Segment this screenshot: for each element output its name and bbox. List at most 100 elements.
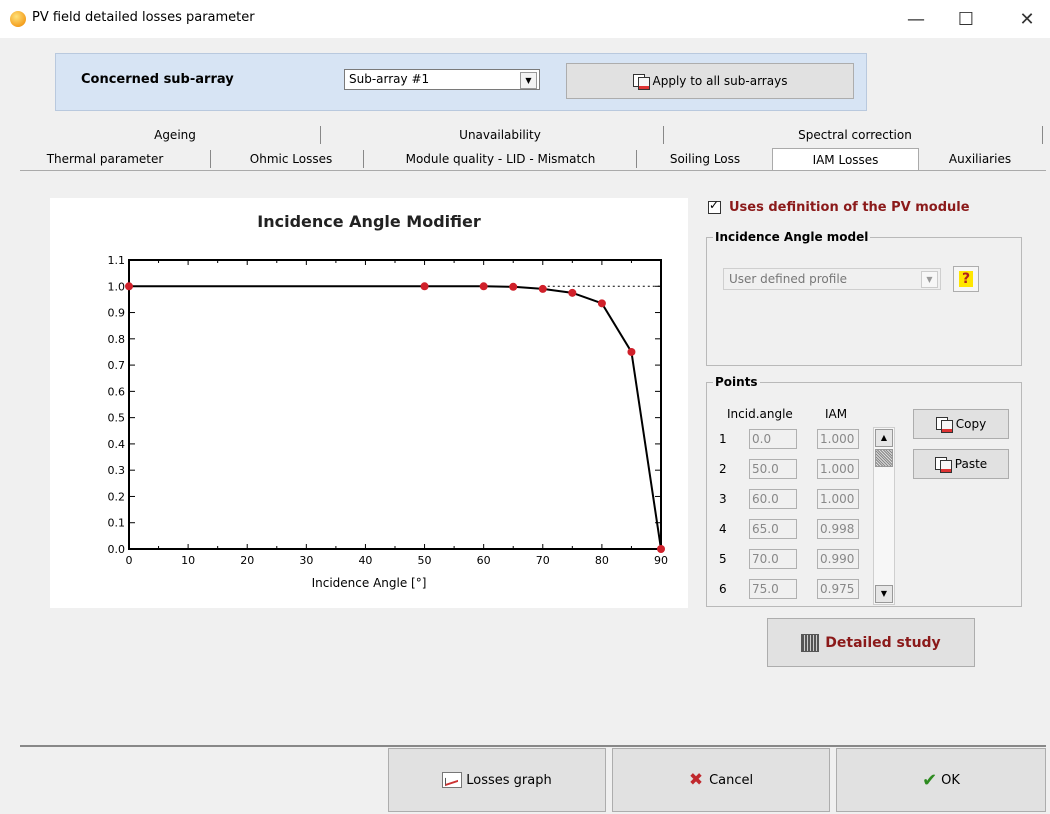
checkbox-checked-icon: [708, 198, 721, 214]
tab-unavailability[interactable]: Unavailability: [400, 124, 600, 146]
x-tick-label: 90: [654, 554, 668, 567]
x-tick-label: 20: [240, 554, 254, 567]
data-point: [597, 299, 606, 308]
subarray-panel: Concerned sub-array Sub-array #1 ▼ Apply…: [55, 53, 867, 111]
plot-frame: [128, 259, 662, 550]
row-index: 1: [719, 432, 727, 446]
angle-input[interactable]: 50.0: [749, 459, 797, 479]
copy-button[interactable]: Copy: [913, 409, 1009, 439]
paste-label: Paste: [954, 457, 988, 471]
angle-input[interactable]: 65.0: [749, 519, 797, 539]
tab-ageing[interactable]: Ageing: [110, 124, 240, 146]
losses-graph-label: Losses graph: [466, 772, 552, 788]
y-tick-label: 0.1: [108, 517, 126, 530]
paste-button[interactable]: Paste: [913, 449, 1009, 479]
y-tick-label: 0.5: [108, 412, 126, 425]
row-index: 3: [719, 492, 727, 506]
tab-spectral-correction[interactable]: Spectral correction: [755, 124, 955, 146]
iam-model-group: Incidence Angle model User defined profi…: [706, 230, 1022, 366]
iam-input[interactable]: 1.000: [817, 429, 859, 449]
angle-input[interactable]: 70.0: [749, 549, 797, 569]
tab-separator: [320, 126, 321, 144]
title-bar: PV field detailed losses parameter — ☐ ✕: [0, 0, 1050, 38]
tab-auxiliaries[interactable]: Auxiliaries: [925, 148, 1035, 170]
minimize-button[interactable]: —: [893, 4, 939, 34]
help-icon: ?: [958, 271, 974, 287]
data-point: [420, 282, 429, 291]
tab-module-quality[interactable]: Module quality - LID - Mismatch: [368, 148, 633, 170]
uses-definition-label: Uses definition of the PV module: [729, 200, 970, 215]
iam-model-select-value: User defined profile: [729, 272, 848, 286]
x-tick-label: 40: [358, 554, 372, 567]
row-index: 2: [719, 462, 727, 476]
subarray-select-value: Sub-array #1: [349, 72, 430, 86]
losses-graph-button[interactable]: Losses graph: [388, 748, 606, 812]
apply-icon: [632, 74, 650, 90]
angle-input[interactable]: 60.0: [749, 489, 797, 509]
help-button[interactable]: ?: [953, 266, 979, 292]
x-tick-label: 60: [477, 554, 491, 567]
tab-soiling-loss[interactable]: Soiling Loss: [645, 148, 765, 170]
graph-icon: [442, 772, 463, 788]
subarray-select[interactable]: Sub-array #1 ▼: [344, 69, 540, 90]
x-tick-label: 30: [299, 554, 313, 567]
points-row: 5 70.0 0.990: [707, 549, 877, 571]
apply-all-button[interactable]: Apply to all sub-arrays: [566, 63, 854, 99]
tab-separator: [210, 150, 211, 168]
detailed-study-button[interactable]: Detailed study: [767, 618, 975, 667]
ok-check-icon: ✔: [922, 769, 938, 791]
copy-icon: [935, 417, 953, 433]
close-button[interactable]: ✕: [1004, 4, 1050, 34]
tab-thermal-parameter[interactable]: Thermal parameter: [20, 148, 190, 170]
data-point: [125, 282, 133, 291]
iam-input[interactable]: 0.990: [817, 549, 859, 569]
data-point: [657, 545, 665, 553]
apply-all-label: Apply to all sub-arrays: [652, 74, 788, 88]
y-tick-label: 0.0: [108, 543, 126, 556]
detailed-study-label: Detailed study: [825, 634, 941, 651]
data-point: [509, 282, 518, 291]
x-axis-title: Incidence Angle [°]: [311, 576, 427, 590]
y-tick-label: 0.8: [108, 333, 126, 346]
tab-ohmic-losses[interactable]: Ohmic Losses: [216, 148, 366, 170]
y-tick-label: 0.2: [108, 490, 126, 503]
data-point: [538, 284, 547, 293]
scroll-thumb[interactable]: [875, 449, 893, 467]
y-tick-label: 0.7: [108, 359, 126, 372]
chart-plot: 0 10 20 30 40 50 60 70 80 90 0.0 0.1 0.2 0.3 0.4 0.5 0.6…: [108, 254, 669, 567]
scroll-down-icon[interactable]: ▼: [875, 585, 893, 603]
chevron-down-icon: ▼: [921, 271, 938, 288]
angle-input[interactable]: 0.0: [749, 429, 797, 449]
paste-icon: [934, 457, 952, 473]
maximize-button[interactable]: ☐: [943, 4, 989, 34]
angle-input[interactable]: 75.0: [749, 579, 797, 599]
ok-button[interactable]: ✔ OK: [836, 748, 1046, 812]
points-group: Points Incid.angle IAM 1 0.0 1.000 2 50.…: [706, 375, 1022, 607]
cancel-button[interactable]: ✖ Cancel: [612, 748, 830, 812]
ok-label: OK: [941, 772, 960, 788]
iam-input[interactable]: 1.000: [817, 489, 859, 509]
iam-input[interactable]: 0.975: [817, 579, 859, 599]
data-point: [479, 282, 488, 291]
x-tick-label: 80: [595, 554, 609, 567]
scroll-up-icon[interactable]: ▲: [875, 429, 893, 447]
tab-row-2: Thermal parameter Ohmic Losses Module qu…: [20, 148, 1046, 171]
y-tick-label: 1.0: [108, 280, 126, 293]
iam-model-select[interactable]: User defined profile ▼: [723, 268, 941, 290]
tab-row-1: Ageing Unavailability Spectral correctio…: [20, 124, 1046, 146]
x-tick-label: 10: [181, 554, 195, 567]
uses-definition-checkbox[interactable]: Uses definition of the PV module: [708, 198, 970, 215]
app-icon: [10, 11, 26, 27]
iam-input[interactable]: 0.998: [817, 519, 859, 539]
chevron-down-icon: ▼: [520, 72, 537, 89]
points-scrollbar[interactable]: ▲ ▼: [873, 427, 895, 605]
iam-input[interactable]: 1.000: [817, 459, 859, 479]
points-row: 3 60.0 1.000: [707, 489, 877, 511]
copy-label: Copy: [955, 417, 987, 431]
row-index: 4: [719, 522, 727, 536]
y-tick-label: 0.3: [108, 464, 126, 477]
tab-iam-losses[interactable]: IAM Losses: [772, 148, 919, 171]
points-row: 6 75.0 0.975: [707, 579, 877, 601]
x-tick-label: 50: [418, 554, 432, 567]
points-row: 4 65.0 0.998: [707, 519, 877, 541]
